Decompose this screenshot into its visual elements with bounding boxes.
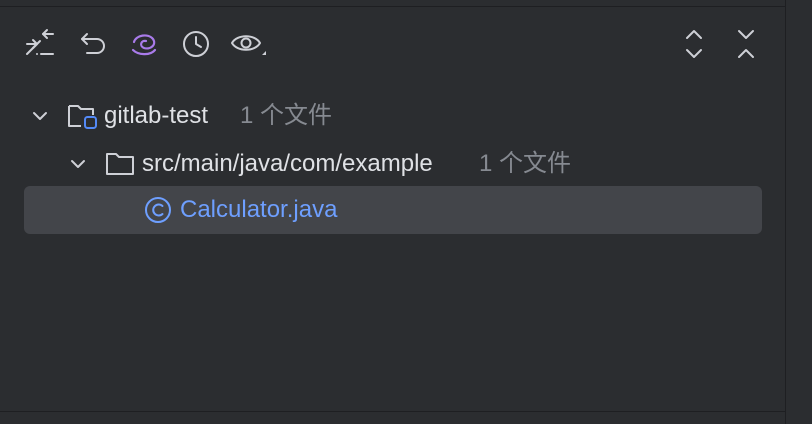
expand-all-icon <box>686 30 702 58</box>
changes-panel: gitlab-test 1 个文件 src/main/java/com/exam… <box>0 0 785 424</box>
collapse-all-button[interactable] <box>728 24 764 64</box>
java-file-label: Calculator.java <box>180 196 338 223</box>
folder-file-count: 1 个文件 <box>479 150 572 177</box>
chevron-down-icon[interactable] <box>69 155 87 173</box>
ai-assistant-button[interactable] <box>126 24 162 64</box>
panel-bottom-border <box>0 411 785 412</box>
root-file-count: 1 个文件 <box>240 102 333 129</box>
history-button[interactable] <box>178 24 214 64</box>
folder-icon <box>106 153 134 175</box>
changes-toolbar <box>0 24 785 64</box>
module-folder-icon <box>68 105 97 129</box>
preview-options-button[interactable] <box>228 24 268 64</box>
right-edge-strip <box>786 0 812 424</box>
tree-row-root[interactable]: gitlab-test 1 个文件 <box>0 92 785 140</box>
ai-swirl-icon <box>131 34 157 56</box>
selection-highlight <box>24 186 762 234</box>
java-class-icon <box>145 197 171 223</box>
collapse-all-icon <box>738 30 754 58</box>
chevron-down-icon[interactable] <box>31 107 49 125</box>
history-icon <box>183 31 209 57</box>
rollback-icon <box>81 33 105 54</box>
rollback-button[interactable] <box>75 24 111 64</box>
preview-eye-icon <box>231 35 266 55</box>
expand-collapse-diff-icon <box>26 29 54 55</box>
root-module-label: gitlab-test <box>104 102 209 129</box>
tree-row-folder[interactable]: src/main/java/com/example 1 个文件 <box>0 140 785 188</box>
expand-collapse-diff-button[interactable] <box>22 24 58 64</box>
expand-all-button[interactable] <box>676 24 712 64</box>
tree-row-file[interactable]: Calculator.java <box>0 186 785 234</box>
folder-path-label: src/main/java/com/example <box>142 150 433 177</box>
panel-top-border <box>0 6 785 7</box>
